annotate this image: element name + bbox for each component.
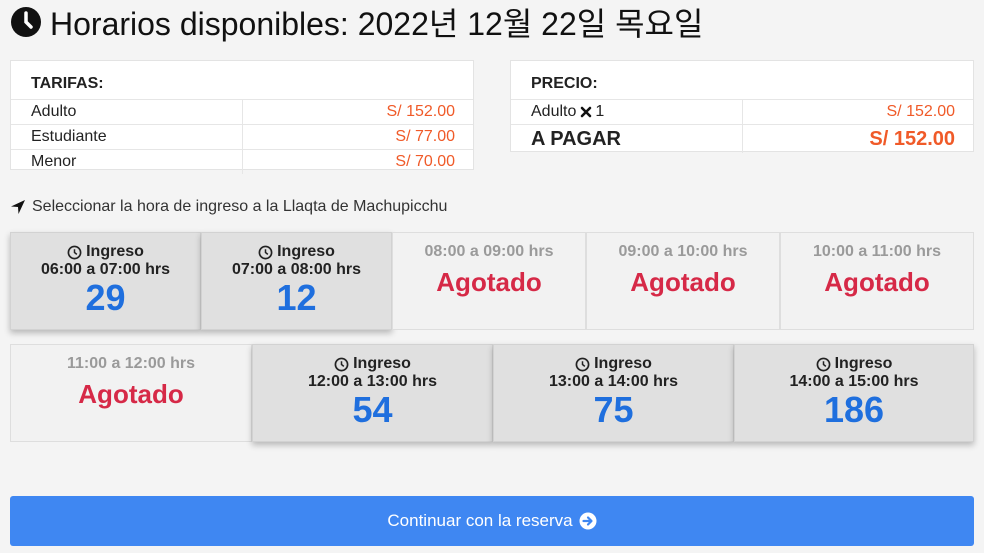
select-hour-text: Seleccionar la hora de ingreso a la Llaq… bbox=[32, 198, 448, 215]
precio-total-price: S/ 152.00 bbox=[869, 127, 955, 150]
page-title-text: Horarios disponibles: 2022년 12월 22일 목요일 bbox=[50, 6, 704, 42]
slot-ingreso-text: Ingreso bbox=[353, 355, 411, 372]
slot-count: 29 bbox=[85, 277, 126, 318]
slot-soldout-label: Agotado bbox=[78, 379, 184, 409]
slot-time: 11:00 a 12:00 hrs bbox=[66, 355, 196, 372]
precio-line-text: Adulto bbox=[531, 103, 577, 120]
time-slot-0900: 09:00 a 10:00 hrs Agotado bbox=[586, 232, 780, 330]
tarifas-heading: TARIFAS: bbox=[31, 75, 104, 92]
precio-card: PRECIO: Adulto 1 S/ 152.00 A PAGAR S/ 15… bbox=[510, 60, 974, 153]
slot-ingreso-text: Ingreso bbox=[594, 355, 652, 372]
tarifa-row: Menor S/ 70.00 bbox=[11, 149, 473, 174]
continue-button[interactable]: Continuar con la reserva bbox=[10, 496, 974, 546]
clock-icon bbox=[67, 245, 82, 259]
select-hour-label: Seleccionar la hora de ingreso a la Llaq… bbox=[10, 198, 447, 216]
slot-time: 10:00 a 11:00 hrs bbox=[812, 243, 942, 260]
slot-ingreso: Ingreso bbox=[11, 243, 200, 261]
clock-icon bbox=[258, 245, 273, 259]
time-slot-0800: 08:00 a 09:00 hrs Agotado bbox=[392, 232, 586, 330]
continue-button-label: Continuar con la reserva bbox=[387, 511, 573, 530]
slot-ingreso: Ingreso bbox=[735, 355, 973, 373]
slot-time: 09:00 a 10:00 hrs bbox=[618, 243, 748, 260]
time-slot-0600[interactable]: Ingreso 06:00 a 07:00 hrs 29 bbox=[10, 232, 201, 330]
clock-icon bbox=[816, 357, 831, 371]
tarifa-label: Estudiante bbox=[11, 125, 243, 149]
precio-total-label: A PAGAR bbox=[511, 125, 743, 153]
slot-count: 186 bbox=[823, 389, 885, 430]
tarifa-price: S/ 70.00 bbox=[395, 153, 455, 170]
precio-line-multiplier: 1 bbox=[595, 103, 605, 120]
slot-count: 75 bbox=[593, 389, 634, 430]
slot-soldout-label: Agotado bbox=[630, 267, 736, 297]
arrow-circle-right-icon bbox=[579, 512, 597, 530]
clock-icon bbox=[11, 7, 41, 37]
precio-line-price: S/ 152.00 bbox=[886, 103, 956, 120]
precio-line-label: Adulto 1 bbox=[511, 100, 743, 124]
tarifas-card: TARIFAS: Adulto S/ 152.00 Estudiante S/ … bbox=[10, 60, 474, 174]
clock-icon bbox=[334, 357, 349, 371]
slot-soldout-label: Agotado bbox=[824, 267, 930, 297]
slot-count: 54 bbox=[352, 389, 393, 430]
slot-ingreso-text: Ingreso bbox=[277, 243, 335, 260]
slot-ingreso: Ingreso bbox=[253, 355, 492, 373]
tarifa-label: Adulto bbox=[11, 100, 243, 124]
time-slot-1300[interactable]: Ingreso 13:00 a 14:00 hrs 75 bbox=[493, 344, 734, 442]
time-slot-0700[interactable]: Ingreso 07:00 a 08:00 hrs 12 bbox=[201, 232, 392, 330]
precio-total-row: A PAGAR S/ 152.00 bbox=[511, 124, 973, 153]
clock-icon bbox=[575, 357, 590, 371]
slot-soldout-label: Agotado bbox=[436, 267, 542, 297]
location-arrow-icon bbox=[11, 200, 25, 214]
tarifa-label: Menor bbox=[11, 150, 243, 174]
tarifa-price: S/ 152.00 bbox=[386, 103, 456, 120]
time-slot-1400[interactable]: Ingreso 14:00 a 15:00 hrs 186 bbox=[734, 344, 974, 442]
time-slot-1200[interactable]: Ingreso 12:00 a 13:00 hrs 54 bbox=[252, 344, 493, 442]
page-title: Horarios disponibles: 2022년 12월 22일 목요일 bbox=[10, 0, 703, 44]
slot-ingreso-text: Ingreso bbox=[834, 355, 893, 372]
tarifa-price: S/ 77.00 bbox=[395, 128, 455, 145]
slot-count: 12 bbox=[276, 277, 317, 318]
time-slot-1000: 10:00 a 11:00 hrs Agotado bbox=[780, 232, 974, 330]
multiply-icon bbox=[581, 106, 592, 118]
precio-line-row: Adulto 1 S/ 152.00 bbox=[511, 99, 973, 124]
slot-ingreso: Ingreso bbox=[202, 243, 391, 261]
slot-time: 08:00 a 09:00 hrs bbox=[424, 243, 554, 260]
slot-ingreso: Ingreso bbox=[494, 355, 733, 373]
slot-ingreso-text: Ingreso bbox=[86, 243, 144, 260]
time-slot-1100: 11:00 a 12:00 hrs Agotado bbox=[10, 344, 252, 442]
precio-heading: PRECIO: bbox=[531, 75, 598, 92]
tarifa-row: Estudiante S/ 77.00 bbox=[11, 124, 473, 149]
tarifa-row: Adulto S/ 152.00 bbox=[11, 99, 473, 124]
